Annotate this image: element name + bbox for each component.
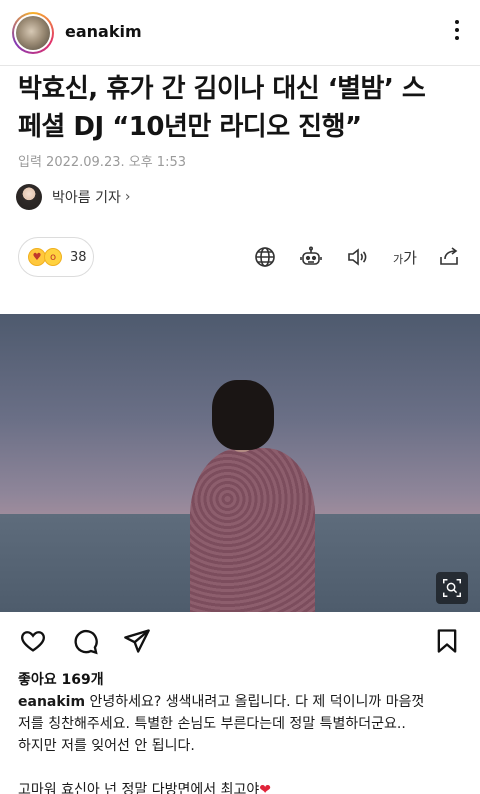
globe-icon[interactable]	[252, 244, 278, 270]
article-toolbar: 가가	[0, 244, 480, 272]
reporter-name: 박아름 기자	[52, 190, 121, 206]
post-image[interactable]	[0, 314, 480, 612]
reporter-avatar	[16, 184, 42, 210]
bookmark-icon[interactable]	[432, 626, 462, 656]
heart-icon[interactable]	[18, 626, 48, 656]
reporter-link[interactable]: 박아름 기자 ›	[16, 183, 130, 211]
speaker-icon[interactable]	[344, 244, 370, 270]
article-headline: 박효신, 휴가 간 김이나 대신 ‘별밤’ 스 페셜 DJ “10년만 라디오 …	[18, 70, 468, 146]
robot-icon[interactable]	[298, 244, 324, 270]
red-heart-emoji: ❤	[259, 782, 271, 794]
chevron-right-icon: ›	[124, 189, 131, 205]
caption-line-4: 고마워 효신아 넌 정말 다방면에서 최고야	[18, 782, 260, 794]
font-size-button[interactable]: 가가	[390, 244, 420, 270]
headline-line-1: 박효신, 휴가 간 김이나 대신 ‘별밤’ 스	[18, 74, 426, 104]
caption-line-1: 안녕하세요? 생색내려고 올립니다. 다 제 덕이니까 마음껏	[85, 694, 425, 710]
more-icon[interactable]	[454, 20, 460, 46]
share-icon[interactable]	[436, 244, 462, 270]
search-icon[interactable]	[436, 572, 468, 604]
caption-line-2: 저를 칭찬해주세요. 특별한 손님도 부른다는데 정말 특별하더군요..	[18, 716, 406, 732]
avatar[interactable]	[12, 12, 54, 54]
headline-line-2: 페셜 DJ “10년만 라디오 진행”	[18, 112, 362, 142]
avatar-image	[16, 16, 50, 50]
person-figure	[190, 380, 315, 612]
article-date: 입력 2022.09.23. 오후 1:53	[18, 155, 186, 170]
caption-line-3: 하지만 저를 잊어선 안 됩니다.	[18, 738, 195, 754]
post-header: eanakim	[0, 0, 480, 66]
send-icon[interactable]	[122, 626, 152, 656]
caption-username[interactable]: eanakim	[18, 694, 85, 710]
action-bar	[0, 622, 480, 658]
post-caption: eanakim 안녕하세요? 생색내려고 올립니다. 다 제 덕이니까 마음껏 …	[18, 691, 468, 794]
comment-icon[interactable]	[70, 626, 100, 656]
username[interactable]: eanakim	[65, 22, 142, 41]
likes-count[interactable]: 좋아요 169개	[18, 669, 104, 689]
